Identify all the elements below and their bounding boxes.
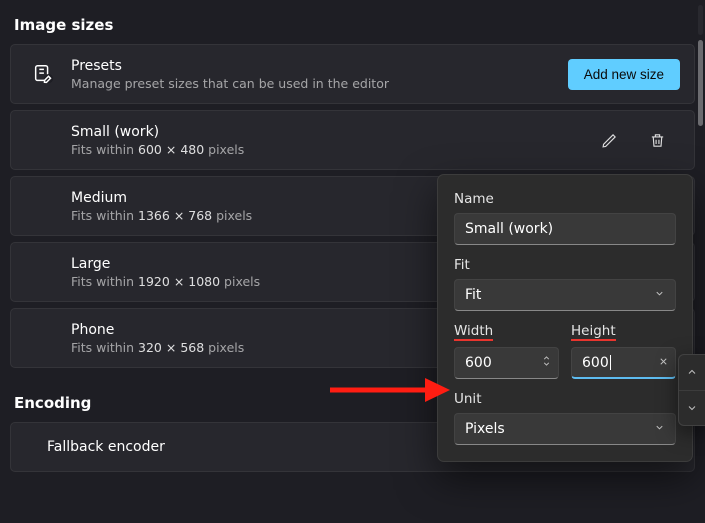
unit-label: Unit [454,391,676,407]
presets-header-card: Presets Manage preset sizes that can be … [10,44,695,104]
height-label: Height [571,323,676,341]
name-label: Name [454,191,676,207]
presets-title: Presets [71,58,568,74]
unit-select[interactable]: Pixels [454,413,676,445]
nav-down-button[interactable] [679,391,705,426]
delete-icon[interactable] [642,125,672,155]
chevron-down-icon [654,287,665,303]
fit-select[interactable]: Fit [454,279,676,311]
nav-up-button[interactable] [679,355,705,391]
fit-label: Fit [454,257,676,273]
section-heading-image-sizes: Image sizes [14,16,695,34]
edit-icon[interactable] [594,125,624,155]
add-new-size-button[interactable]: Add new size [568,59,680,90]
chevron-down-icon [654,421,665,437]
size-name: Small (work) [71,124,594,140]
height-input[interactable]: 600 [571,347,676,379]
side-nav [678,354,705,426]
presets-subtitle: Manage preset sizes that can be used in … [71,76,568,91]
size-desc: Fits within 600 × 480 pixels [71,142,594,157]
width-input[interactable]: 600 [454,347,559,379]
edit-size-popup: Name Small (work) Fit Fit Width 600 [437,174,693,462]
name-input[interactable]: Small (work) [454,213,676,245]
clear-icon[interactable] [658,355,669,371]
size-row-small[interactable]: Small (work) Fits within 600 × 480 pixel… [10,110,695,170]
stepper-icon[interactable] [541,354,552,372]
width-label: Width [454,323,559,341]
presets-icon [25,63,61,85]
